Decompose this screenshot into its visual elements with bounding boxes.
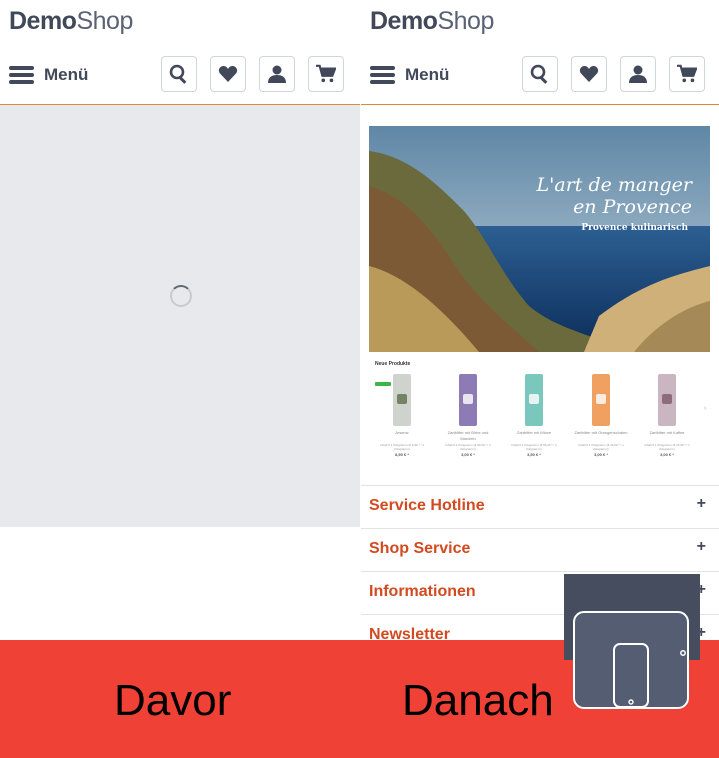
menu-button[interactable]: Menü [9, 60, 88, 90]
heart-icon [218, 66, 238, 82]
hero-banner[interactable]: L'art de manger en Provence Provence kuli… [369, 126, 710, 352]
logo[interactable]: DemoShop [9, 7, 133, 36]
product-tile[interactable]: Zartbitter mit Birne und Mandeln Inhalt 0… [440, 374, 496, 457]
search-icon [169, 64, 187, 84]
product-image[interactable] [393, 374, 411, 426]
product-image[interactable] [592, 374, 610, 426]
product-unit-info: Inhalt 0.1 Kilogramm (€ 33,00 * / 1 Kilo… [644, 443, 690, 451]
product-name[interactable]: Zartbitter mit Birne und Mandeln [440, 430, 496, 442]
user-icon [629, 65, 647, 83]
cart-button[interactable] [308, 56, 344, 92]
after-label: Danach [402, 676, 554, 725]
product-price: 8,90 € * [395, 452, 409, 457]
product-image[interactable] [658, 374, 676, 426]
slider-next-icon[interactable]: › [704, 405, 706, 412]
logo[interactable]: DemoShop [370, 7, 494, 36]
accordion-shop-service[interactable]: Shop Service + [361, 528, 719, 570]
wishlist-button[interactable] [210, 56, 246, 92]
wishlist-button[interactable] [571, 56, 607, 92]
menu-label: Menü [44, 65, 89, 84]
product-tile[interactable]: Zartbitter mit Minze Inhalt 0.1 Kilogramm… [506, 374, 562, 457]
new-products-title: Neue Produkte [375, 361, 411, 367]
product-price: 3,00 € * [461, 452, 475, 457]
search-button[interactable] [161, 56, 197, 92]
search-button[interactable] [522, 56, 558, 92]
plus-icon: + [696, 495, 706, 512]
account-button[interactable] [620, 56, 656, 92]
product-price: 3,50 € * [527, 452, 541, 457]
product-tile[interactable]: Zartbitter mit Orangenschalen Inhalt 0.1 … [573, 374, 629, 457]
loading-spinner-icon [170, 285, 192, 307]
product-tile[interactable]: Arsenic Inhalt 0.1 Kilogramm (€ 0,99 * / … [374, 374, 430, 457]
search-icon [530, 64, 548, 84]
accordion-service-hotline[interactable]: Service Hotline + [361, 485, 719, 527]
hamburger-icon [370, 66, 395, 84]
product-image[interactable] [459, 374, 477, 426]
heart-icon [579, 66, 599, 82]
plus-icon: + [696, 538, 706, 555]
cart-button[interactable] [669, 56, 705, 92]
user-icon [268, 65, 286, 83]
product-unit-info: Inhalt 0.1 Kilogramm (€ 99,00 * / 1 Kilo… [445, 443, 491, 451]
product-tile[interactable]: Zartbitter mit Kaffee Inhalt 0.1 Kilogram… [639, 374, 695, 457]
product-price: 3,00 € * [594, 452, 608, 457]
product-name[interactable]: Zartbitter mit Minze [506, 430, 562, 442]
product-price: 3,00 € * [660, 452, 674, 457]
hero-subtitle: Provence kulinarisch [581, 223, 688, 233]
responsive-devices-icon [564, 574, 700, 709]
product-name[interactable]: Zartbitter mit Orangenschalen [573, 430, 629, 442]
product-name[interactable]: Arsenic [374, 430, 430, 442]
menu-button[interactable]: Menü [370, 60, 449, 90]
hero-title: L'art de manger en Provence [536, 174, 692, 218]
product-unit-info: Inhalt 0.1 Kilogramm (€ 55,00 * / 1 Kilo… [511, 443, 557, 451]
before-label: Davor [114, 676, 232, 725]
header-divider [361, 104, 719, 105]
cart-icon [316, 64, 336, 83]
hero-landscape-image [369, 126, 710, 352]
menu-label: Menü [405, 65, 450, 84]
cart-icon [677, 64, 697, 83]
after-screen: DemoShop Menü L'art de mangeren Provenc [361, 0, 719, 640]
loading-area [0, 105, 360, 527]
product-unit-info: Inhalt 0.1 Kilogramm (€ 33,00 * / 1 Kilo… [578, 443, 624, 451]
product-unit-info: Inhalt 0.1 Kilogramm (€ 0,99 * / 1 Kilog… [380, 443, 424, 451]
account-button[interactable] [259, 56, 295, 92]
product-image[interactable] [525, 374, 543, 426]
before-screen: DemoShop Menü [0, 0, 360, 640]
hamburger-icon [9, 66, 34, 84]
product-name[interactable]: Zartbitter mit Kaffee [639, 430, 695, 442]
